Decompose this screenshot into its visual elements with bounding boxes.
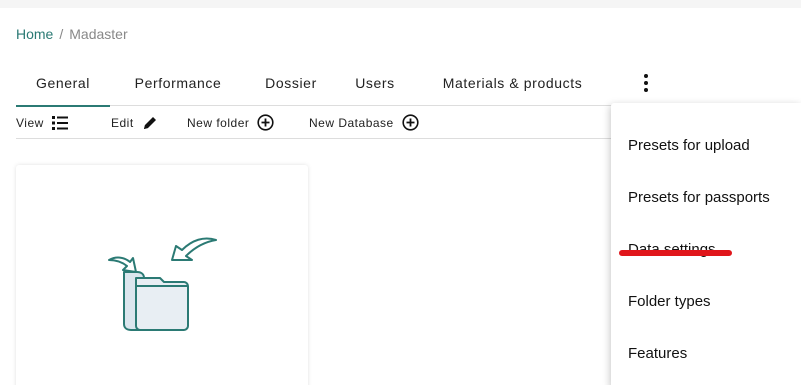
edit-label: Edit [111, 115, 134, 130]
tab-bar: General Performance Dossier Users Materi… [16, 60, 801, 107]
breadcrumb-separator: / [59, 26, 64, 42]
kebab-vertical-icon[interactable] [638, 70, 654, 96]
menu-item-features[interactable]: Features [611, 327, 801, 379]
more-options-menu: Presets for upload Presets for passports… [611, 103, 801, 385]
new-database-button[interactable]: New Database [309, 107, 419, 138]
menu-item-data-settings[interactable]: Data settings [611, 223, 801, 275]
highlight-underline [619, 250, 732, 256]
folder-card[interactable] [16, 165, 308, 385]
menu-item-folder-types[interactable]: Folder types [611, 275, 801, 327]
page: Home / Madaster General Performance Doss… [0, 8, 801, 385]
new-folder-label: New folder [187, 115, 250, 130]
breadcrumb: Home / Madaster [16, 26, 128, 42]
tab-materials-products[interactable]: Materials & products [430, 60, 595, 106]
view-button[interactable]: View [16, 107, 68, 138]
plus-circle-icon [257, 114, 274, 131]
tab-dossier[interactable]: Dossier [261, 60, 321, 106]
breadcrumb-current: Madaster [69, 26, 128, 42]
plus-circle-icon [402, 114, 419, 131]
view-label: View [16, 115, 44, 130]
menu-item-presets-passports[interactable]: Presets for passports [611, 171, 801, 223]
folder-import-icon [108, 237, 217, 331]
tab-performance[interactable]: Performance [128, 60, 228, 106]
tab-users[interactable]: Users [354, 60, 396, 106]
new-database-label: New Database [309, 115, 394, 130]
new-folder-button[interactable]: New folder [187, 107, 274, 138]
menu-item-presets-upload[interactable]: Presets for upload [611, 119, 801, 171]
edit-button[interactable]: Edit [111, 107, 158, 138]
breadcrumb-home-link[interactable]: Home [16, 26, 53, 42]
pencil-icon [143, 116, 156, 129]
tab-general[interactable]: General [16, 60, 110, 107]
list-icon [51, 115, 68, 130]
